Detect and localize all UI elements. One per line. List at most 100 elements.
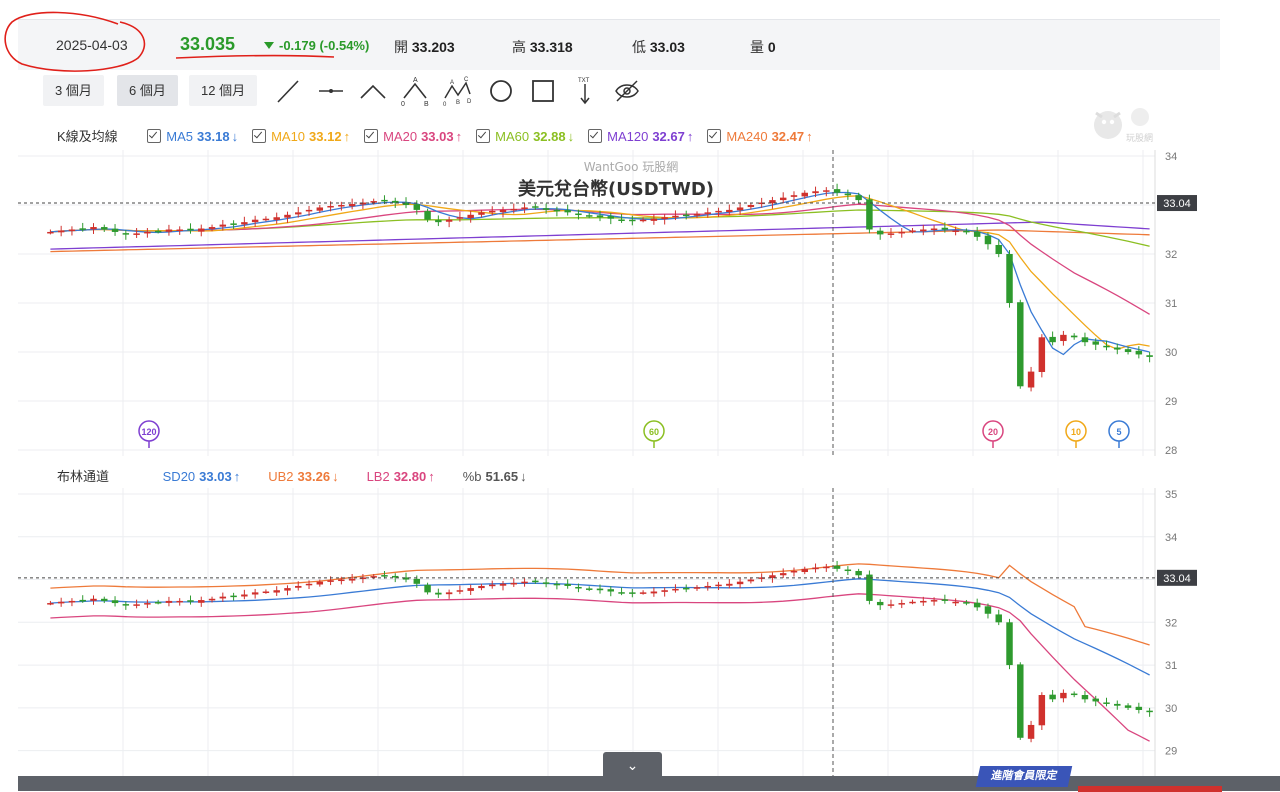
ma-value: 32.88 [533,129,566,144]
rectangle-tool-icon[interactable] [528,76,558,106]
ma-ma120[interactable]: MA120 32.67 ↑ [588,129,693,144]
ma-period-marker[interactable]: 10 [1065,420,1087,448]
ma-ma5[interactable]: MA5 33.18 ↓ [147,129,238,144]
candle [704,212,711,214]
candle [564,583,571,586]
candle [499,209,507,213]
candle [790,195,798,197]
candle [57,230,65,233]
candle [920,600,927,603]
candle [1060,334,1067,342]
boll-name: LB2 [366,469,390,484]
candle [144,231,151,234]
candle [1135,350,1143,355]
period-3-months-button[interactable]: 3 個月 [43,75,104,106]
candle [715,210,722,213]
ma-checkbox[interactable] [588,129,603,143]
ma-checkbox[interactable] [147,129,162,143]
y-tick-label: 34 [1165,532,1177,544]
candle [284,214,291,218]
candle [672,215,679,218]
volume-value: 0 [767,39,776,55]
ma-period-marker[interactable]: 120 [138,420,160,448]
svg-text:B: B [424,101,429,106]
candle [348,204,356,207]
boll-name: %b [462,469,482,484]
y-tick-label: 29 [1165,746,1177,758]
ma-ma20[interactable]: MA20 33.03 ↑ [364,129,462,144]
date-circle-annotation [4,11,146,72]
circle-tool-icon[interactable] [486,76,516,106]
candle [111,600,119,604]
candle [596,588,604,591]
hide-eye-icon[interactable] [612,76,642,106]
ma-period-marker[interactable]: 60 [643,420,665,448]
candle [230,595,237,598]
candle [564,210,571,213]
angle-line-icon[interactable] [358,76,388,106]
candle [876,601,884,606]
ma-value: 33.03 [421,129,454,144]
candle [1114,703,1121,706]
bollinger-chart[interactable]: 3534333231302933.04 [18,488,1220,778]
candle [1146,710,1153,713]
horizontal-line-icon[interactable] [316,76,346,106]
collapse-chevron-down-icon[interactable]: ⌄ [603,752,662,778]
candle [585,215,593,217]
ma-period-marker[interactable]: 5 [1108,420,1130,448]
ma-legend-label: K線及均線 [57,129,118,144]
candle [305,209,313,212]
ma-checkbox[interactable] [252,129,267,143]
candle [941,599,949,601]
candle [295,212,302,215]
candle [618,219,625,222]
ma-checkbox[interactable] [707,129,722,143]
svg-text:C: C [464,77,469,83]
candle [68,229,76,231]
candle [629,592,636,594]
ma-period-marker[interactable]: 20 [982,420,1004,448]
premium-member-badge[interactable]: 進階會員限定 [975,766,1073,787]
candle [1038,337,1046,372]
candle [984,235,992,245]
candle [532,580,539,583]
candle [165,229,173,232]
ma-checkbox[interactable] [364,129,379,143]
candle [973,231,981,237]
candle [747,205,755,208]
ma-ma10[interactable]: MA10 33.12 ↑ [252,129,350,144]
candle [790,570,798,573]
period-6-months-button[interactable]: 6 個月 [117,75,178,106]
candle [887,604,895,606]
candle [661,590,668,592]
ma-ma60[interactable]: MA60 32.88 ↓ [476,129,574,144]
candle [1070,335,1078,338]
candle [844,193,852,196]
candle [1017,664,1024,738]
text-arrow-icon[interactable]: TXT [570,76,600,106]
candle [208,227,216,229]
ma-ma240[interactable]: MA240 32.47 ↑ [707,129,813,144]
y-tick-label: 30 [1165,347,1177,359]
ma-trend-arrow: ↑ [686,129,694,144]
price-underline-annotation [175,54,335,59]
candle [327,580,334,582]
candle [1049,694,1056,700]
low-value: 33.03 [649,39,685,55]
candle [866,199,873,230]
candle [672,588,679,591]
candle [984,606,992,614]
line-tool-icon[interactable] [274,76,304,106]
price-chart[interactable]: 34333231302928WantGoo 玩股網美元兌台幣(USDTWD)33… [18,150,1220,456]
red-action-button[interactable] [1078,786,1222,792]
candle [510,208,518,211]
ma-value: 33.12 [309,129,342,144]
abcd-pattern-icon[interactable]: A C 0 B D [442,76,472,106]
period-12-months-button[interactable]: 12 個月 [189,75,258,106]
ma-checkbox[interactable] [476,129,491,143]
ma-value: 32.67 [652,129,685,144]
candle [338,579,345,582]
candle [833,565,841,569]
abc-pattern-icon[interactable]: A 0 B [400,76,430,106]
ma-name: MA10 [271,129,306,144]
